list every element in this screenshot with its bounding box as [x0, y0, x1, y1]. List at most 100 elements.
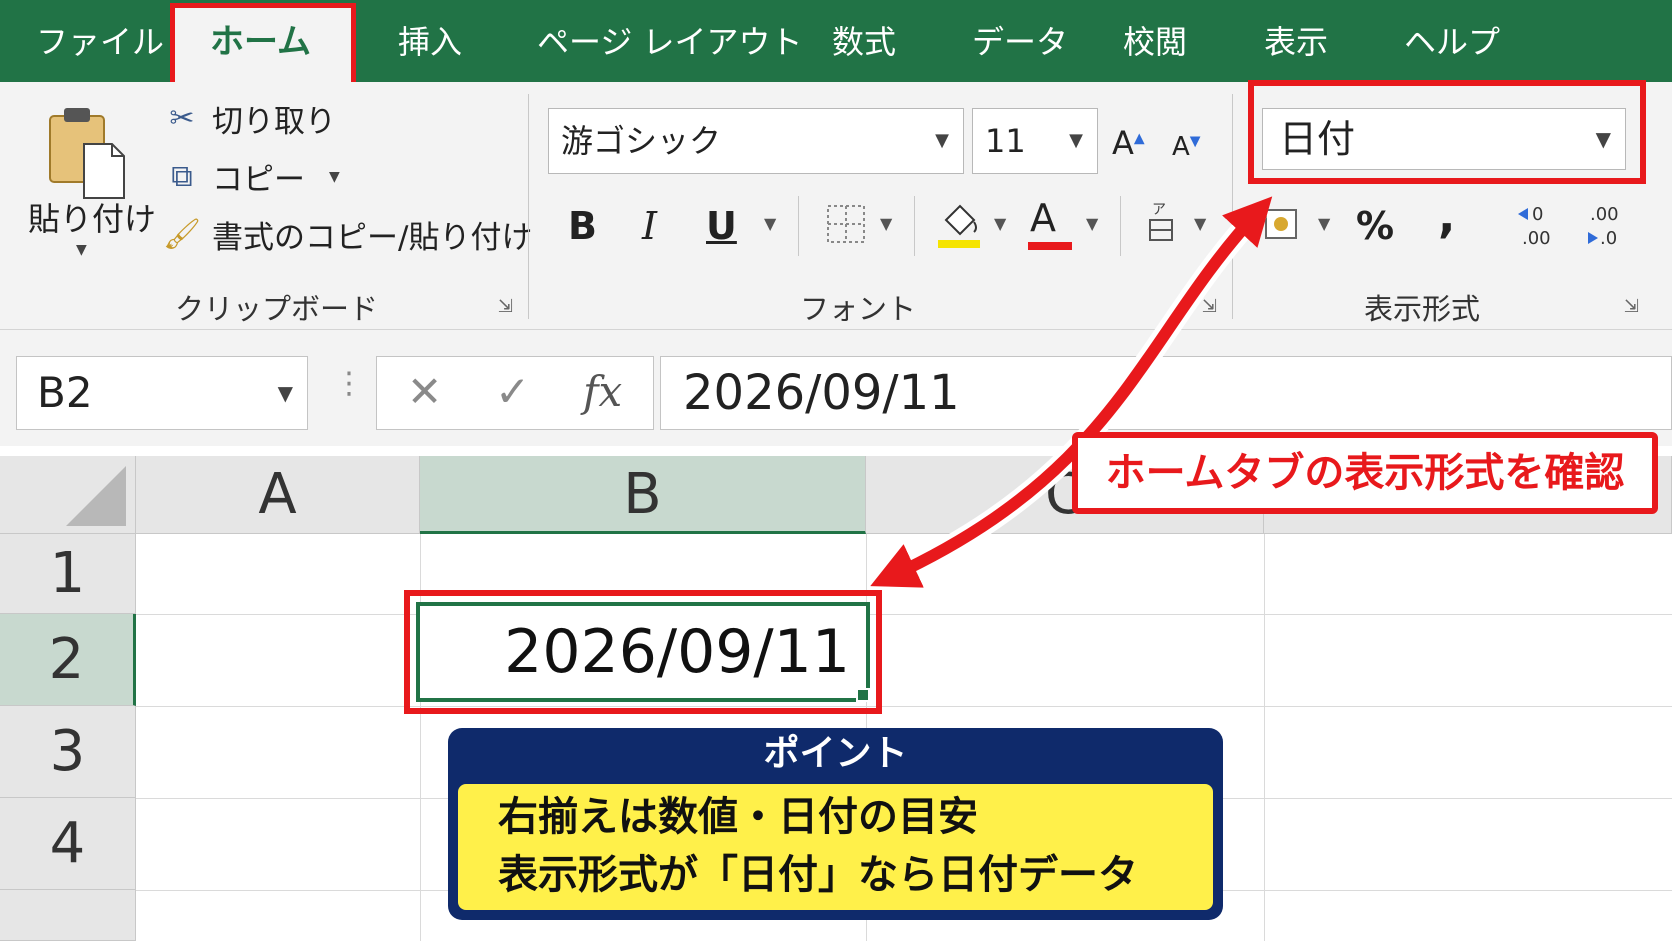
cancel-button[interactable]: ✕ — [407, 367, 442, 417]
underline-dropdown-icon[interactable]: ▼ — [764, 214, 776, 233]
formula-input[interactable]: 2026/09/11 — [660, 356, 1672, 430]
scissors-icon: ✂ — [169, 101, 195, 136]
row-header-4[interactable]: 4 — [0, 798, 136, 890]
point-body: 右揃えは数値・日付の目安 表示形式が「日付」なら日付データ — [458, 784, 1213, 910]
drag-handle-icon[interactable]: ⋮ — [334, 366, 364, 401]
font-size-value: 11 — [985, 122, 1026, 160]
name-box-value: B2 — [37, 368, 93, 417]
font-launcher-icon[interactable]: ⇲ — [1202, 296, 1217, 317]
excel-window: { "ribbon_tabs": { "file": "ファイル", "home… — [0, 0, 1672, 941]
chevron-down-icon: ▼ — [935, 130, 949, 151]
column-header-b[interactable]: B — [420, 456, 866, 534]
grid-line — [1264, 534, 1265, 941]
grid-line — [136, 614, 1672, 615]
cut-button[interactable]: ✂ 切り取り — [162, 96, 336, 141]
formula-buttons: ✕ ✓ fx — [376, 356, 654, 430]
copy-label: コピー — [212, 162, 305, 198]
phonetic-dropdown-icon[interactable]: ▼ — [1194, 214, 1206, 233]
chevron-down-icon: ▼ — [1069, 130, 1083, 151]
name-box[interactable]: B2 ▼ — [16, 356, 308, 430]
enter-button[interactable]: ✓ — [495, 367, 530, 417]
svg-text:.00: .00 — [1590, 204, 1619, 225]
cut-label: 切り取り — [212, 104, 336, 140]
row-header-5[interactable] — [0, 890, 136, 941]
number-format-value: 日付 — [1279, 117, 1356, 161]
copy-button[interactable]: ⧉ コピー ▼ — [162, 154, 340, 199]
insert-function-button[interactable]: fx — [583, 367, 622, 417]
paintbrush-icon: 🖌 — [162, 217, 202, 252]
tab-home[interactable]: ホーム — [210, 22, 311, 62]
number-format-select[interactable]: 日付 ▼ — [1262, 108, 1626, 170]
copy-icon: ⧉ — [171, 159, 193, 194]
font-size-select[interactable]: 11 ▼ — [972, 108, 1098, 174]
row-header-1[interactable]: 1 — [0, 534, 136, 614]
select-all-button[interactable] — [0, 456, 136, 534]
point-line-1: 右揃えは数値・日付の目安 — [498, 794, 978, 840]
italic-button[interactable]: I — [642, 202, 657, 250]
decrease-decimal-icon[interactable]: .00 .0 — [1580, 200, 1624, 250]
tab-data[interactable]: データ — [972, 22, 1068, 62]
fill-color-icon[interactable] — [936, 198, 982, 250]
svg-text:0: 0 — [1532, 204, 1543, 225]
phonetic-icon[interactable]: ア — [1146, 200, 1176, 244]
number-group-label: 表示形式 — [1364, 292, 1481, 326]
point-title: ポイント — [763, 733, 908, 774]
chevron-down-icon: ▼ — [277, 381, 293, 405]
format-painter-button[interactable]: 🖌 書式のコピー/貼り付け — [162, 212, 533, 257]
font-color-button[interactable]: A — [1030, 194, 1056, 242]
font-group-label: フォント — [800, 292, 917, 326]
number-launcher-icon[interactable]: ⇲ — [1624, 296, 1639, 317]
formula-bar: B2 ▼ ⋮ ✕ ✓ fx 2026/09/11 — [0, 330, 1672, 446]
underline-button[interactable]: U — [706, 202, 737, 250]
shrink-down-icon: ▼ — [1189, 133, 1201, 150]
row-header-2[interactable]: 2 — [0, 614, 136, 706]
cell-b2[interactable]: 2026/09/11 — [416, 602, 870, 702]
svg-text:.00: .00 — [1522, 228, 1551, 249]
font-name-value: 游ゴシック — [561, 122, 722, 160]
grow-font-button[interactable]: A▲ — [1112, 124, 1145, 162]
paste-dropdown-icon[interactable]: ▼ — [76, 242, 87, 258]
font-color-dropdown-icon[interactable]: ▼ — [1086, 214, 1098, 233]
tab-file[interactable]: ファイル — [36, 22, 164, 62]
border-dropdown-icon[interactable]: ▼ — [880, 214, 892, 233]
bold-button[interactable]: B — [568, 202, 597, 250]
border-icon[interactable] — [826, 204, 866, 244]
tab-view[interactable]: 表示 — [1264, 22, 1328, 62]
paste-icon[interactable] — [48, 102, 128, 202]
grid-line — [136, 706, 1672, 707]
tab-home-highlight[interactable]: ホーム — [170, 3, 356, 89]
column-header-a[interactable]: A — [136, 456, 420, 534]
tab-formulas[interactable]: 数式 — [832, 22, 896, 62]
tab-insert[interactable]: 挿入 — [398, 22, 462, 62]
divider — [798, 196, 799, 256]
font-name-select[interactable]: 游ゴシック ▼ — [548, 108, 964, 174]
increase-decimal-icon[interactable]: 0 .00 — [1516, 200, 1560, 250]
percent-button[interactable]: % — [1356, 202, 1394, 250]
ribbon-tab-bar: ファイル ホーム 挿入 ページ レイアウト 数式 データ 校閲 表示 ヘルプ — [0, 0, 1672, 89]
row-header-3[interactable]: 3 — [0, 706, 136, 798]
select-all-triangle-icon — [66, 466, 126, 526]
tab-page-layout[interactable]: ページ レイアウト — [537, 22, 803, 62]
group-divider — [528, 94, 529, 319]
copy-dropdown-icon[interactable]: ▼ — [329, 169, 340, 185]
accounting-format-icon[interactable] — [1262, 204, 1302, 244]
shrink-font-button[interactable]: A▼ — [1172, 132, 1201, 162]
tab-help[interactable]: ヘルプ — [1404, 22, 1500, 62]
shrink-font-glyph: A — [1172, 132, 1190, 162]
clipboard-launcher-icon[interactable]: ⇲ — [498, 296, 513, 317]
comma-button[interactable]: , — [1438, 192, 1455, 240]
font-color-glyph: A — [1030, 196, 1056, 240]
fill-color-dropdown-icon[interactable]: ▼ — [994, 214, 1006, 233]
grow-up-icon: ▲ — [1133, 130, 1145, 147]
formula-value: 2026/09/11 — [683, 365, 960, 421]
svg-text:ア: ア — [1152, 202, 1166, 218]
group-divider — [1232, 94, 1233, 319]
ribbon-home: 貼り付け ▼ ✂ 切り取り ⧉ コピー ▼ 🖌 書式のコピー/貼り付け クリップ… — [0, 80, 1672, 330]
svg-text:.0: .0 — [1600, 228, 1617, 249]
tab-review[interactable]: 校閲 — [1123, 22, 1187, 62]
paste-button-label[interactable]: 貼り付け — [28, 194, 156, 240]
fill-handle[interactable] — [856, 688, 870, 702]
format-painter-label: 書式のコピー/貼り付け — [212, 220, 533, 256]
accounting-dropdown-icon[interactable]: ▼ — [1318, 214, 1330, 233]
divider — [1120, 196, 1121, 256]
